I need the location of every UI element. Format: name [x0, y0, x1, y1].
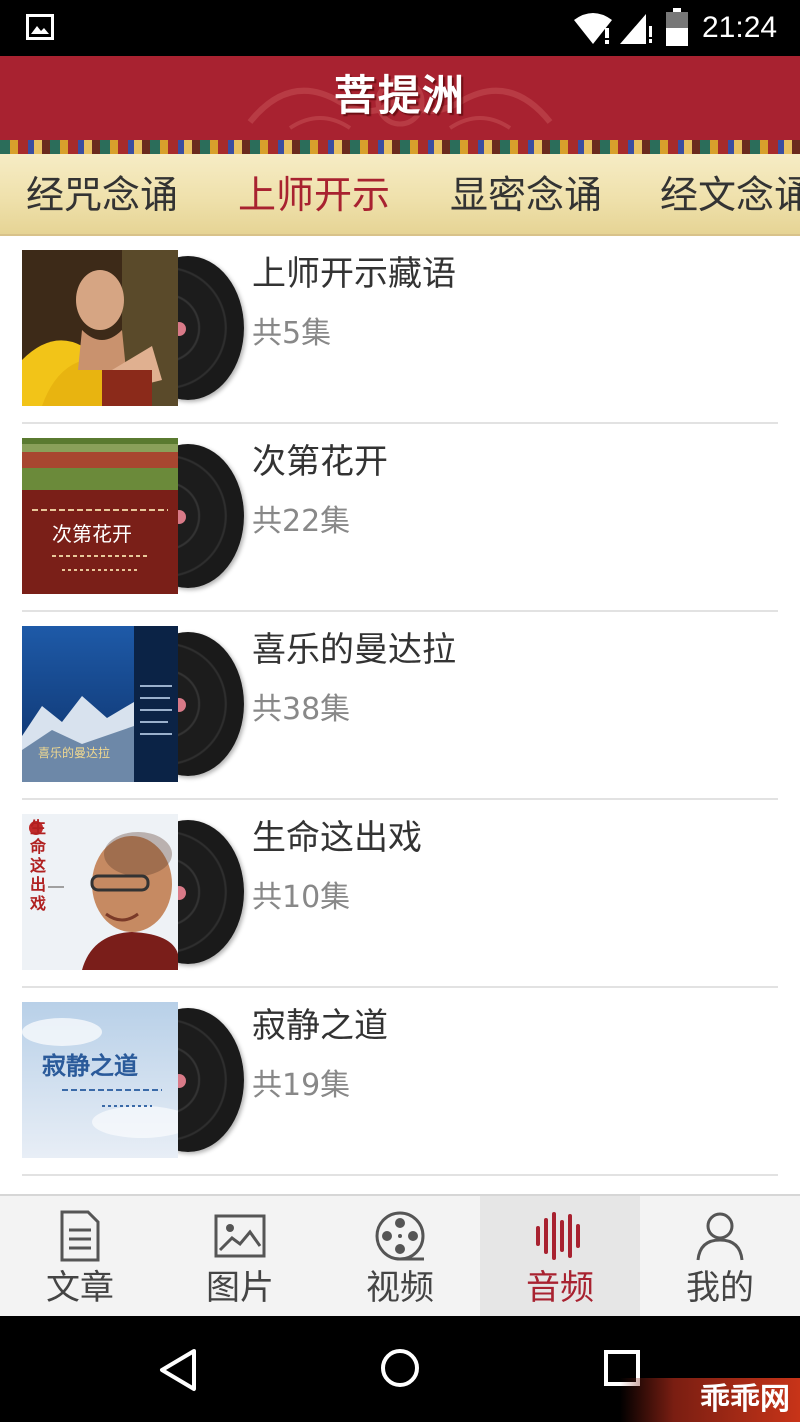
list-item[interactable]: 喜乐的曼达拉 喜乐的曼达拉 共38集	[0, 612, 800, 800]
album-title: 次第花开	[252, 442, 388, 482]
clock: 21:24	[702, 11, 778, 44]
episode-count: 共22集	[252, 504, 351, 539]
episode-count: 共19集	[252, 1068, 351, 1103]
status-bar: 21:24	[0, 0, 800, 56]
album-cover: 生命这出戏	[22, 814, 244, 970]
document-icon	[60, 1210, 100, 1262]
list-item[interactable]: 寂静之道 寂静之道 共19集	[0, 988, 800, 1176]
tab-xianmi-niansong[interactable]: 显密念诵	[450, 154, 602, 234]
cover-image	[22, 438, 178, 594]
bottom-navigation: 文章 图片 视频 音频 我的	[0, 1194, 800, 1316]
film-reel-icon	[375, 1211, 425, 1261]
tab-shangshi-kaishi[interactable]: 上师开示	[238, 154, 390, 234]
episode-count: 共5集	[252, 316, 332, 351]
tab-jingwen-niansong[interactable]: 经文念诵	[660, 154, 800, 234]
app-header: 菩提洲	[0, 56, 800, 140]
album-cover: 喜乐的曼达拉	[22, 626, 244, 782]
signal-icon	[620, 14, 652, 44]
site-watermark: 乖乖网	[620, 1378, 800, 1422]
nav-images[interactable]: 图片	[160, 1196, 320, 1316]
episode-count: 共10集	[252, 880, 351, 915]
person-icon	[696, 1212, 744, 1261]
nav-profile[interactable]: 我的	[640, 1196, 800, 1316]
nav-label: 我的	[686, 1268, 754, 1308]
back-icon[interactable]	[158, 1348, 198, 1392]
cover-title-text: 次第花开	[52, 522, 132, 546]
album-cover: 寂静之道	[22, 1002, 244, 1158]
battery-icon	[666, 8, 688, 46]
list-item[interactable]: 上师开示藏语 共5集	[0, 236, 800, 424]
album-title: 生命这出戏	[252, 818, 422, 858]
tab-jingzhou-niansong[interactable]: 经咒念诵	[26, 154, 178, 234]
cover-image	[22, 250, 178, 406]
category-tabs: 经咒念诵 上师开示 显密念诵 经文念诵	[0, 154, 800, 236]
watermark-text: 乖乖网	[700, 1382, 790, 1417]
cover-title-text: 寂静之道	[42, 1051, 138, 1080]
album-cover	[22, 250, 244, 406]
cover-title-text: 喜乐的曼达拉	[38, 746, 111, 760]
album-title: 上师开示藏语	[252, 254, 456, 294]
nav-label: 视频	[366, 1268, 434, 1308]
wifi-icon	[574, 13, 612, 44]
album-title: 寂静之道	[252, 1006, 388, 1046]
album-title: 喜乐的曼达拉	[252, 630, 456, 670]
nav-label: 图片	[206, 1268, 274, 1308]
app-title: 菩提洲	[333, 71, 466, 120]
list-item[interactable]: 生命这出戏 生命这出戏 共10集	[0, 800, 800, 988]
nav-articles[interactable]: 文章	[0, 1196, 160, 1316]
nav-label: 音频	[526, 1268, 594, 1308]
gallery-notification-icon	[26, 14, 54, 40]
divider	[22, 1174, 778, 1176]
nav-video[interactable]: 视频	[320, 1196, 480, 1316]
cover-title-text: 生命这出戏	[30, 818, 47, 913]
home-icon[interactable]	[380, 1348, 420, 1388]
image-icon	[214, 1214, 266, 1258]
list-item[interactable]: 次第花开 次第花开 共22集	[0, 424, 800, 612]
audio-wave-icon	[536, 1212, 580, 1260]
decorative-stripe	[0, 140, 800, 154]
nav-audio[interactable]: 音频	[480, 1196, 640, 1316]
album-list: 上师开示藏语 共5集 次第花开 次第花开 共22集 喜乐的曼达拉 喜乐的曼达拉 …	[0, 236, 800, 1194]
album-cover: 次第花开	[22, 438, 244, 594]
episode-count: 共38集	[252, 692, 351, 727]
nav-label: 文章	[46, 1268, 114, 1308]
